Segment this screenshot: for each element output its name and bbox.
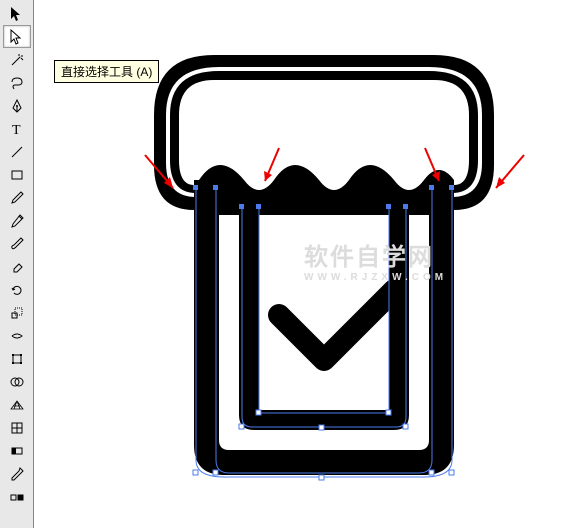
free-transform-tool[interactable] <box>3 347 31 370</box>
canvas-area[interactable]: 直接选择工具 (A) <box>34 0 569 528</box>
toolbox: T <box>0 0 34 528</box>
selection-tool[interactable] <box>3 2 31 25</box>
rectangle-tool[interactable] <box>3 163 31 186</box>
type-tool[interactable]: T <box>3 117 31 140</box>
blob-brush-tool[interactable] <box>3 232 31 255</box>
magic-wand-tool[interactable] <box>3 48 31 71</box>
blend-tool[interactable] <box>3 485 31 508</box>
clipboard-artwork[interactable] <box>144 55 504 485</box>
eraser-tool[interactable] <box>3 255 31 278</box>
gradient-tool[interactable] <box>3 439 31 462</box>
mesh-tool[interactable] <box>3 416 31 439</box>
eyedropper-tool[interactable] <box>3 462 31 485</box>
tool-tooltip: 直接选择工具 (A) <box>54 60 159 83</box>
pencil-tool[interactable] <box>3 209 31 232</box>
rotate-tool[interactable] <box>3 278 31 301</box>
svg-text:T: T <box>12 123 21 137</box>
scale-tool[interactable] <box>3 301 31 324</box>
line-segment-tool[interactable] <box>3 140 31 163</box>
lasso-tool[interactable] <box>3 71 31 94</box>
perspective-grid-tool[interactable] <box>3 393 31 416</box>
pen-tool[interactable] <box>3 94 31 117</box>
width-tool[interactable] <box>3 324 31 347</box>
shape-builder-tool[interactable] <box>3 370 31 393</box>
direct-selection-tool[interactable] <box>3 25 31 48</box>
paintbrush-tool[interactable] <box>3 186 31 209</box>
